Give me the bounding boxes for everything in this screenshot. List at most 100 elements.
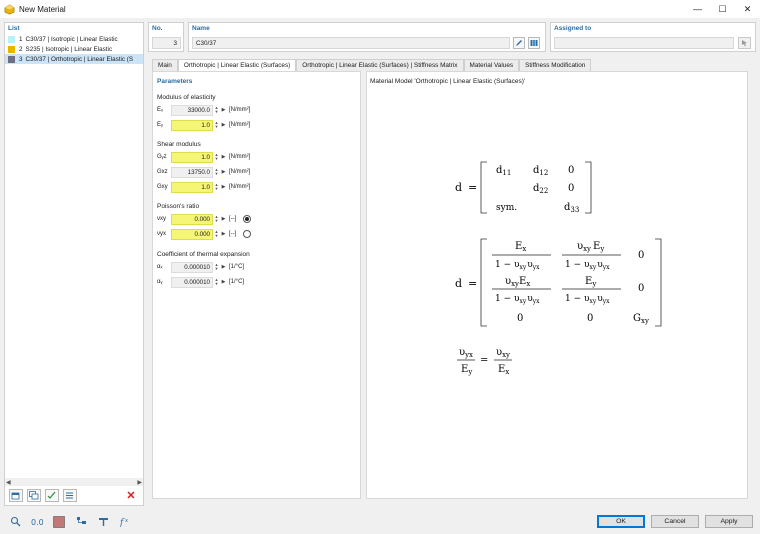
scroll-left-icon[interactable]: ◀ [6,479,11,486]
param-input[interactable]: 13750.0 [171,166,213,178]
menu-arrow-icon[interactable]: ▶ [220,262,227,273]
param-input[interactable]: 1.0 [171,181,213,193]
poisson-radio[interactable] [243,230,252,238]
param-input[interactable]: 0.000010 [171,261,213,273]
spin-icon[interactable]: ▲ ▼ [213,229,220,240]
delete-button[interactable]: ✕ [124,489,138,502]
param-unit: [N/mm²] [229,122,251,128]
list-horizontal-scrollbar[interactable]: ◀ ▶ [5,478,143,486]
param-symbol: Gxz [157,169,168,175]
param-input[interactable]: 33000.0 [171,104,213,116]
menu-arrow-icon[interactable]: ▶ [220,167,227,178]
spin-icon[interactable]: ▲ ▼ [213,277,220,288]
param-unit: [--] [229,231,237,237]
param-unit: [N/mm²] [229,107,251,113]
spin-icon[interactable]: ▲ ▼ [213,105,220,116]
left-bracket [480,161,487,214]
name-field[interactable]: C30/37 [192,37,510,49]
search-button[interactable] [8,515,22,529]
tab-2[interactable]: Orthotropic | Linear Elastic (Surfaces) … [296,59,464,71]
r1c2-num: υxy Ey [577,241,604,253]
r1c2-den: 1 − υxyυyx [565,260,610,271]
param-symbol: νxy [157,216,166,222]
scroll-right-icon[interactable]: ▶ [137,479,142,486]
assigned-box: Assigned to [550,22,756,52]
list-toolbar: ✕ [5,486,143,505]
title-bar: New Material — ☐ ✕ [0,0,760,18]
minimize-button[interactable]: — [685,0,710,18]
tab-0[interactable]: Main [152,59,178,71]
color-button[interactable] [52,515,66,529]
rel-right-num: υxy [496,347,510,359]
list-item[interactable]: 3 C30/37 | Orthotropic | Linear Elastic (… [5,54,143,64]
cell-d22: d22 [533,183,548,195]
spin-icon[interactable]: ▲ ▼ [213,152,220,163]
new-material-button[interactable] [9,489,23,502]
tab-bar: Main Orthotropic | Linear Elastic (Surfac… [152,59,592,71]
param-input[interactable]: 0.000010 [171,276,213,288]
spin-icon[interactable]: ▲ ▼ [213,167,220,178]
number-box: No. 3 [148,22,184,52]
tree-icon [76,517,86,524]
tab-3[interactable]: Material Values [463,59,520,71]
close-button[interactable]: ✕ [735,0,760,18]
select-assigned-button[interactable] [738,37,751,49]
menu-arrow-icon[interactable]: ▶ [220,229,227,240]
right-bracket-2 [655,238,662,327]
tree-button[interactable] [74,515,88,529]
copy-material-button[interactable] [27,489,41,502]
spin-icon[interactable]: ▲ ▼ [213,262,220,273]
param-input[interactable]: 1.0 [171,119,213,131]
assigned-field[interactable] [554,37,734,49]
param-unit: [N/mm²] [229,184,251,190]
param-unit: [--] [229,216,237,222]
param-input[interactable]: 1.0 [171,151,213,163]
check-button[interactable] [45,489,59,502]
material-color-swatch [8,35,15,43]
svg-text:x: x [125,518,128,524]
spin-icon[interactable]: ▲ ▼ [213,182,220,193]
ok-button[interactable]: OK [597,515,645,528]
menu-arrow-icon[interactable]: ▶ [220,182,227,193]
library-button[interactable] [528,37,540,49]
units-button[interactable]: 0.0 [30,515,44,529]
right-bracket [585,161,592,214]
param-row-modulus: Eᵧ 1.0 ▲ ▼ ▶ [N/mm²] [157,119,357,131]
poisson-radio[interactable] [243,215,252,223]
svg-text:0.0: 0.0 [31,518,43,527]
list-item[interactable]: 2 S235 | Isotropic | Linear Elastic [5,44,143,54]
menu-arrow-icon[interactable]: ▶ [220,214,227,225]
spin-icon[interactable]: ▲ ▼ [213,120,220,131]
param-row-thermal: αₓ 0.000010 ▲ ▼ ▶ [1/°C] [157,261,357,273]
renumber-button[interactable] [63,489,77,502]
shear-title: Shear modulus [157,141,201,148]
delete-icon: ✕ [126,490,136,502]
tab-1[interactable]: Orthotropic | Linear Elastic (Surfaces) [177,59,297,71]
param-symbol: Eᵧ [157,122,163,128]
menu-arrow-icon[interactable]: ▶ [220,120,227,131]
name-box: Name C30/37 [188,22,546,52]
material-model-panel: Material Model 'Orthotropic | Linear Ela… [366,71,748,499]
edit-name-button[interactable] [513,37,525,49]
pencil-icon [516,40,522,46]
tab-4[interactable]: Stiffness Modification [519,59,592,71]
menu-arrow-icon[interactable]: ▶ [220,105,227,116]
formula-button[interactable]: fx [118,515,132,529]
param-input[interactable]: 0.000 [171,228,213,240]
number-field[interactable]: 3 [152,37,181,49]
maximize-button[interactable]: ☐ [710,0,735,18]
info-button[interactable] [96,515,110,529]
param-symbol: Gᵧz [157,154,167,160]
param-symbol: Gxy [157,184,168,190]
menu-arrow-icon[interactable]: ▶ [220,277,227,288]
apply-button[interactable]: Apply [705,515,753,528]
list-item[interactable]: 1 C30/37 | Isotropic | Linear Elastic [5,34,143,44]
pick-icon [741,40,747,47]
menu-arrow-icon[interactable]: ▶ [220,152,227,163]
list-item-number: 2 [19,45,23,53]
cancel-button[interactable]: Cancel [651,515,699,528]
r1c1-den: 1 − υxyυyx [495,260,540,271]
param-input[interactable]: 0.000 [171,213,213,225]
spin-icon[interactable]: ▲ ▼ [213,214,220,225]
rel-right-den: Ex [498,364,509,376]
